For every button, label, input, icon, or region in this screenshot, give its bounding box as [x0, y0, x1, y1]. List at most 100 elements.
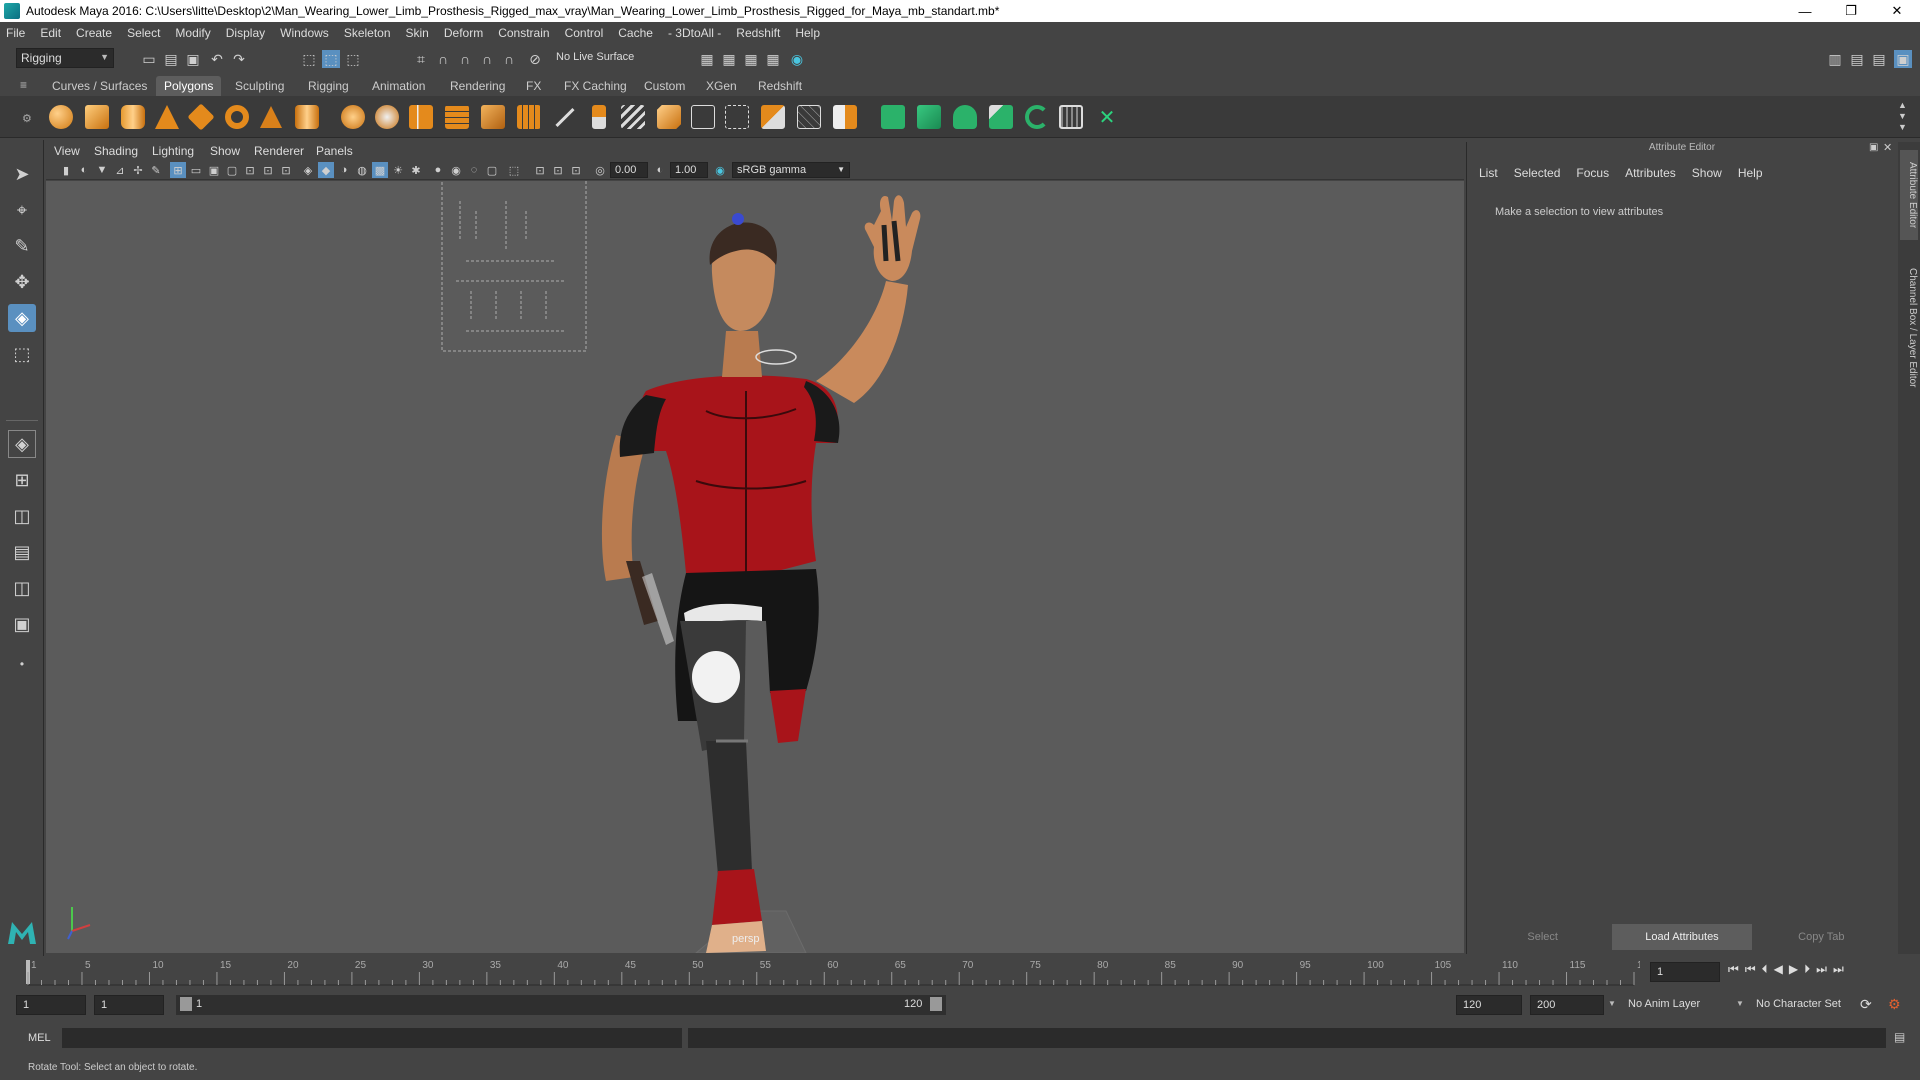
menu-redshift[interactable]: Redshift [736, 26, 780, 40]
exposure-field[interactable]: 0.00 [610, 162, 648, 178]
mirror-icon[interactable] [514, 102, 544, 132]
command-input[interactable] [62, 1028, 682, 1048]
poly-plane-icon[interactable] [186, 102, 216, 132]
view-transform-dropdown[interactable]: sRGB gamma ▼ [732, 162, 850, 178]
layout-uvs-icon[interactable] [830, 102, 860, 132]
menu-constrain[interactable]: Constrain [498, 26, 549, 40]
menu-windows[interactable]: Windows [280, 26, 329, 40]
snap-view-icon[interactable]: ∩ [478, 50, 496, 68]
scale-tool-icon[interactable]: ⬚ [8, 340, 36, 368]
maximize-button[interactable]: ❐ [1828, 0, 1874, 22]
image-plane-icon[interactable]: ⊿ [112, 162, 128, 178]
modeling-toolkit-icon[interactable]: ▥ [1826, 50, 1844, 68]
snap-point-icon[interactable]: ∩ [456, 50, 474, 68]
use-all-lights-icon[interactable]: ☀ [390, 162, 406, 178]
channel-box-toggle-icon[interactable]: ▣ [1894, 50, 1912, 68]
select-tool-icon[interactable]: ➤ [8, 160, 36, 188]
poly-pipe-icon[interactable] [292, 102, 322, 132]
scene-canvas[interactable] [46, 181, 1464, 953]
minimize-button[interactable]: — [1782, 0, 1828, 22]
ae-menu-focus[interactable]: Focus [1576, 166, 1609, 180]
lasso-tool-icon[interactable]: ⌖ [8, 196, 36, 224]
menu-edit[interactable]: Edit [40, 26, 61, 40]
rotate-tool-icon[interactable]: ◈ [8, 304, 36, 332]
viewport-menu-show[interactable]: Show [210, 144, 240, 158]
camera-attributes-icon[interactable]: ◐ [76, 162, 92, 178]
menu-3dtoall[interactable]: - 3DtoAll - [668, 26, 721, 40]
paint-select-tool-icon[interactable]: ✎ [8, 232, 36, 260]
combine-icon[interactable] [338, 102, 368, 132]
side-by-side-layout-icon[interactable]: ◫ [8, 502, 36, 530]
boolean-icon[interactable] [478, 102, 508, 132]
go-to-end-icon[interactable]: ⏭ [1833, 962, 1844, 977]
xray-joints-icon[interactable]: ◉ [448, 162, 464, 178]
shelf-tab-fx[interactable]: FX [518, 76, 549, 96]
menu-deform[interactable]: Deform [444, 26, 483, 40]
step-back-frame-icon[interactable]: ⏴ [1762, 962, 1768, 977]
menu-control[interactable]: Control [565, 26, 604, 40]
gamma-field[interactable]: 1.00 [670, 162, 708, 178]
time-ruler[interactable]: 1 5 10 15 20 25 30 35 40 45 50 55 60 65 70 75 80 85 90 95 10… [22, 956, 1654, 986]
menu-create[interactable]: Create [76, 26, 112, 40]
play-backward-icon[interactable]: ◀ [1774, 962, 1783, 977]
menu-select[interactable]: Select [127, 26, 160, 40]
viewport-menu-renderer[interactable]: Renderer [254, 144, 304, 158]
shelf-tab-xgen[interactable]: XGen [698, 76, 745, 96]
ambient-occlusion-icon[interactable]: ◌ [466, 162, 482, 178]
menu-help[interactable]: Help [795, 26, 820, 40]
render-view-icon[interactable]: ▦ [764, 50, 782, 68]
poly-pyramid-icon[interactable] [256, 102, 286, 132]
separate-icon[interactable] [372, 102, 402, 132]
uv-editor-icon[interactable] [688, 102, 718, 132]
shelf-menu-icon[interactable]: ≡ [20, 78, 34, 92]
script-editor-icon[interactable]: ▤ [1894, 1030, 1905, 1044]
new-scene-icon[interactable]: ▭ [140, 50, 158, 68]
scene-end-field[interactable]: 200 [1530, 995, 1604, 1015]
hud-icon[interactable]: ⊡ [568, 162, 584, 178]
auto-key-icon[interactable]: ⟳ [1860, 996, 1872, 1013]
step-back-key-icon[interactable]: ⏮ [1745, 962, 1756, 977]
safe-title-icon[interactable]: ⊡ [278, 162, 294, 178]
ae-menu-attributes[interactable]: Attributes [1625, 166, 1676, 180]
menu-cache[interactable]: Cache [618, 26, 653, 40]
close-button[interactable]: ✕ [1874, 0, 1920, 22]
menu-display[interactable]: Display [226, 26, 265, 40]
cylindrical-map-icon[interactable] [758, 102, 788, 132]
safe-action-icon[interactable]: ⊡ [260, 162, 276, 178]
bridge-icon[interactable] [618, 102, 648, 132]
poly-cylinder-icon[interactable] [118, 102, 148, 132]
redo-icon[interactable]: ↷ [230, 50, 248, 68]
redshift-area-icon[interactable] [950, 102, 980, 132]
snap-curve-icon[interactable]: ∩ [434, 50, 452, 68]
more-layouts-icon[interactable]: • [8, 650, 36, 678]
ae-menu-list[interactable]: List [1479, 166, 1498, 180]
anim-layer-dropdown[interactable]: No Anim Layer [1628, 998, 1700, 1010]
menu-modify[interactable]: Modify [175, 26, 210, 40]
playback-start-field[interactable]: 1 [94, 995, 164, 1015]
planar-map-icon[interactable] [722, 102, 752, 132]
redshift-proxy-icon[interactable] [1022, 102, 1052, 132]
shelf-tab-sculpting[interactable]: Sculpting [227, 76, 292, 96]
shelf-tab-redshift[interactable]: Redshift [750, 76, 810, 96]
gamma-icon[interactable]: ◐ [652, 162, 668, 178]
range-slider[interactable]: 1 120 [176, 995, 946, 1015]
command-language-label[interactable]: MEL [28, 1032, 51, 1044]
chevron-down-icon[interactable]: ▼ [1736, 999, 1744, 1008]
range-start-handle[interactable] [180, 997, 192, 1011]
antialiasing-icon[interactable]: ▢ [484, 162, 500, 178]
range-end-handle[interactable] [930, 997, 942, 1011]
textured-icon[interactable]: ▩ [372, 162, 388, 178]
character-set-dropdown[interactable]: No Character Set [1756, 998, 1841, 1010]
side-tab-channel-box[interactable]: Channel Box / Layer Editor [1900, 258, 1918, 398]
step-forward-key-icon[interactable]: ⏭ [1816, 962, 1827, 977]
ae-copy-tab-button[interactable]: Copy Tab [1751, 924, 1891, 950]
select-component-icon[interactable]: ⬚ [344, 50, 362, 68]
multi-cut-icon[interactable] [550, 102, 580, 132]
ipr-render-icon[interactable]: ▦ [742, 50, 760, 68]
redshift-dome-icon[interactable] [914, 102, 944, 132]
outliner-layout-icon[interactable]: ▣ [8, 610, 36, 638]
persp-graph-layout-icon[interactable]: ▤ [8, 538, 36, 566]
isolate-select-icon[interactable]: ⬚ [506, 162, 522, 178]
playback-end-field[interactable]: 120 [1456, 995, 1522, 1015]
four-view-layout-icon[interactable]: ⊞ [8, 466, 36, 494]
